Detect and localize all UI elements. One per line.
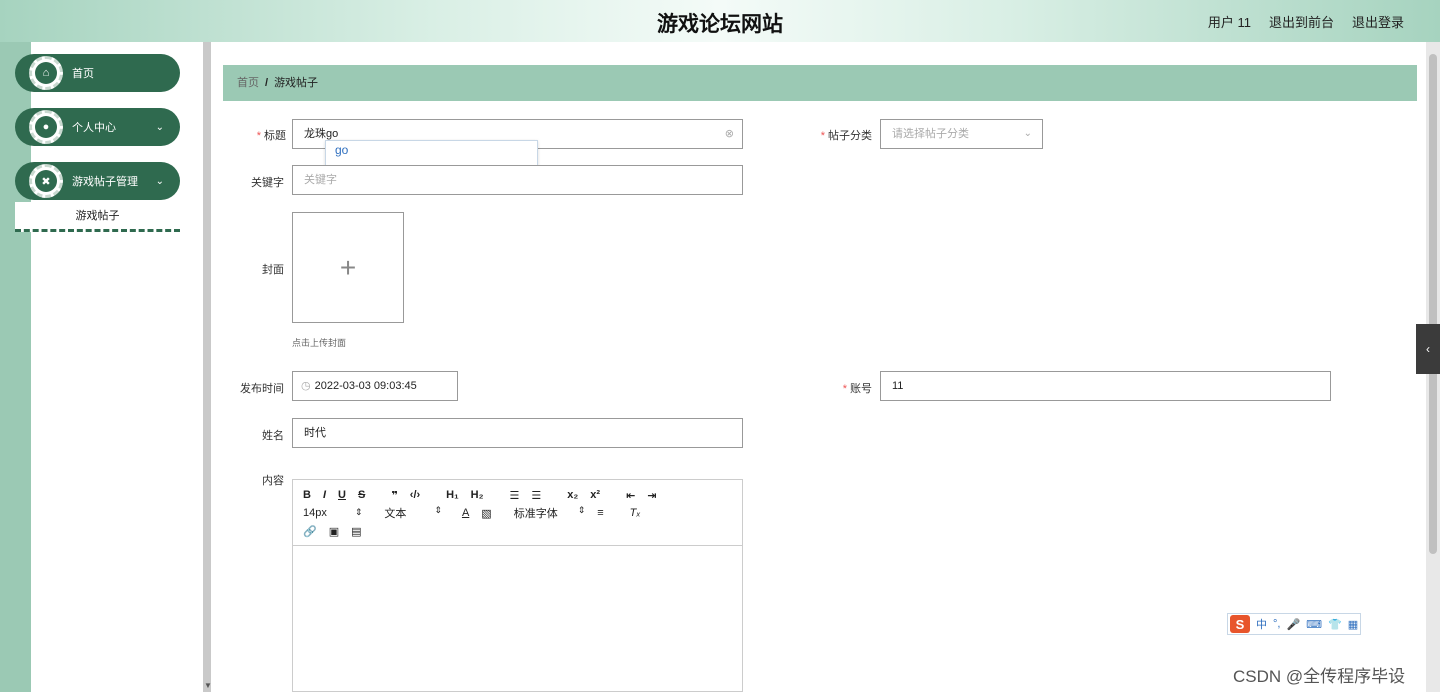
publish-time-picker[interactable]: ◷ 2022-03-03 09:03:45 xyxy=(292,371,458,401)
toolbox-icon[interactable]: ▦ xyxy=(1348,618,1358,631)
microphone-icon[interactable]: 🎤 xyxy=(1286,618,1300,631)
sidebar-item-label: 首页 xyxy=(72,68,94,80)
text-type-select[interactable]: 文本 ⇕ xyxy=(384,505,442,521)
ime-typed-text: go xyxy=(335,143,349,157)
clock-icon: ◷ xyxy=(301,380,311,392)
keyboard-icon[interactable]: ⌨ xyxy=(1306,618,1322,631)
back-to-front-link[interactable]: 退出到前台 xyxy=(1269,12,1334,31)
background-color-icon[interactable]: ▧ xyxy=(481,507,491,520)
logout-link[interactable]: 退出登录 xyxy=(1352,12,1404,31)
heading1-button[interactable]: H₁ xyxy=(446,489,459,501)
image-icon[interactable]: ▣ xyxy=(329,525,339,538)
breadcrumb-current: 游戏帖子 xyxy=(274,77,319,89)
name-label: 姓名 xyxy=(262,430,284,442)
user-icon: ● xyxy=(29,110,63,144)
sidebar-subitem-game-posts[interactable]: 游戏帖子 xyxy=(15,202,180,232)
ime-toolbar[interactable]: S 中 °, 🎤 ⌨ 👕 ▦ xyxy=(1227,613,1361,635)
sidebar-item-label: 游戏帖子管理 xyxy=(72,176,138,188)
header-actions: 用户 11 退出到前台 退出登录 xyxy=(1208,12,1404,31)
italic-button[interactable]: I xyxy=(323,489,326,501)
gamepad-icon: ✖ xyxy=(29,164,63,198)
chevron-left-icon: ‹ xyxy=(1426,342,1430,356)
strike-button[interactable]: S xyxy=(358,489,365,501)
code-button[interactable]: ‹/› xyxy=(410,489,420,501)
chevron-down-icon: ⌄ xyxy=(155,175,164,187)
current-user-label: 用户 11 xyxy=(1207,15,1251,30)
scrollbar-thumb[interactable] xyxy=(1429,54,1437,554)
sidebar-item-post-management[interactable]: ✖ 游戏帖子管理 ⌄ xyxy=(15,162,180,200)
clear-format-icon[interactable]: Tₓ xyxy=(630,507,641,519)
watermark: CSDN @全传程序毕设 xyxy=(1233,667,1406,686)
sidebar-item-label: 个人中心 xyxy=(72,122,116,134)
sidebar-item-personal-center[interactable]: ● 个人中心 ⌄ xyxy=(15,108,180,146)
name-input[interactable]: 时代 xyxy=(292,418,743,448)
sidebar-item-home[interactable]: ⌂ 首页 xyxy=(15,54,180,92)
punctuation-icon[interactable]: °, xyxy=(1273,618,1280,630)
breadcrumb: 首页 / 游戏帖子 xyxy=(223,65,1417,101)
chinese-mode-icon[interactable]: 中 xyxy=(1256,616,1267,632)
blockquote-button[interactable]: ❞ xyxy=(391,489,397,502)
skin-icon[interactable]: 👕 xyxy=(1328,618,1342,631)
font-family-select[interactable]: 标准字体 ⇕ xyxy=(514,505,586,521)
font-size-select[interactable]: 14px ⇕ xyxy=(303,507,362,519)
align-left-icon[interactable]: ≡ xyxy=(597,507,603,519)
collapse-panel-button[interactable]: ‹ xyxy=(1416,324,1440,374)
keyword-label: 关键字 xyxy=(251,177,284,189)
bold-button[interactable]: B xyxy=(303,489,311,501)
plus-icon: + xyxy=(339,251,357,283)
superscript-button[interactable]: x² xyxy=(590,489,600,501)
category-label: * 帖子分类 xyxy=(820,130,872,142)
cover-label: 封面 xyxy=(262,264,284,276)
editor-toolbar: B I U S ❞ ‹/› H₁ H₂ ☰ ☰ x₂ x² ⇤ ⇥ 14px ⇕ … xyxy=(293,480,742,546)
category-select[interactable]: 请选择帖子分类 ⌄ xyxy=(880,119,1043,149)
chevron-down-icon: ⌄ xyxy=(1023,128,1032,139)
cover-upload-button[interactable]: + xyxy=(292,212,404,323)
keyword-input[interactable]: 关键字 xyxy=(292,165,743,195)
link-icon[interactable]: 🔗 xyxy=(303,525,317,538)
clear-icon[interactable]: ⊗ xyxy=(725,120,734,148)
content-label: 内容 xyxy=(262,475,284,487)
indent-icon[interactable]: ⇥ xyxy=(647,489,656,502)
breadcrumb-separator: / xyxy=(265,77,269,89)
font-color-icon[interactable]: A xyxy=(462,507,469,519)
bullet-list-icon[interactable]: ☰ xyxy=(531,489,541,502)
account-label: * 账号 xyxy=(842,383,872,395)
outdent-icon[interactable]: ⇤ xyxy=(626,489,635,502)
sidebar-scrollbar[interactable]: ▼ xyxy=(203,42,212,692)
breadcrumb-home-link[interactable]: 首页 xyxy=(237,77,259,89)
subscript-button[interactable]: x₂ xyxy=(567,489,578,501)
title-label: * 标题 xyxy=(256,130,286,142)
home-icon: ⌂ xyxy=(29,56,63,90)
chevron-down-icon: ⌄ xyxy=(155,121,164,133)
rich-text-editor: B I U S ❞ ‹/› H₁ H₂ ☰ ☰ x₂ x² ⇤ ⇥ 14px ⇕ … xyxy=(292,479,743,692)
sogou-logo-icon: S xyxy=(1230,615,1250,633)
heading2-button[interactable]: H₂ xyxy=(471,489,484,501)
video-icon[interactable]: ▤ xyxy=(351,525,361,538)
publish-time-label: 发布时间 xyxy=(240,383,284,395)
ordered-list-icon[interactable]: ☰ xyxy=(510,489,520,502)
cover-hint: 点击上传封面 xyxy=(292,338,347,348)
account-input[interactable]: 11 xyxy=(880,371,1331,401)
underline-button[interactable]: U xyxy=(338,489,346,501)
top-header: 游戏论坛网站 用户 11 退出到前台 退出登录 xyxy=(0,0,1440,42)
